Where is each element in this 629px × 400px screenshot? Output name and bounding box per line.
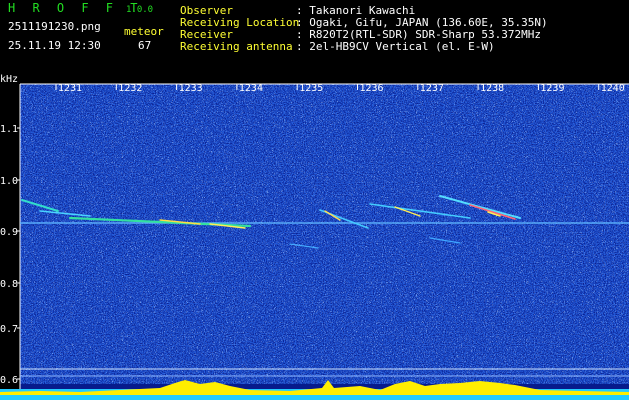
x-tick-label: 1231 (58, 83, 82, 94)
spectrogram-panel: kHz 1.1 1.0 0.9 0.8 0.7 0.6 1231 1232 1233 1234 1… (0, 74, 629, 400)
x-tick-label: 1232 (118, 83, 142, 94)
x-tick-label: 1238 (480, 83, 504, 94)
spectrogram-speckle (20, 84, 629, 384)
x-tick-label: 1233 (179, 83, 203, 94)
y-tick-label: 0.6 (0, 375, 18, 386)
x-tick-label: 1235 (299, 83, 323, 94)
y-tick-label: 0.8 (0, 279, 18, 290)
x-tick-label: 1234 (239, 83, 263, 94)
x-tick-label: 1239 (540, 83, 564, 94)
y-tick-label: 1.0 (0, 176, 18, 187)
y-tick-label: 0.7 (0, 324, 18, 335)
y-tick-label: 0.9 (0, 227, 18, 238)
y-axis-unit: kHz (0, 74, 18, 85)
y-ticks: 1.1 1.0 0.9 0.8 0.7 0.6 (0, 124, 20, 386)
x-tick-label: 1237 (420, 83, 444, 94)
x-tick-label: 1240 (601, 83, 625, 94)
y-tick-label: 1.1 (0, 124, 18, 135)
x-tick-label: 1236 (360, 83, 384, 94)
